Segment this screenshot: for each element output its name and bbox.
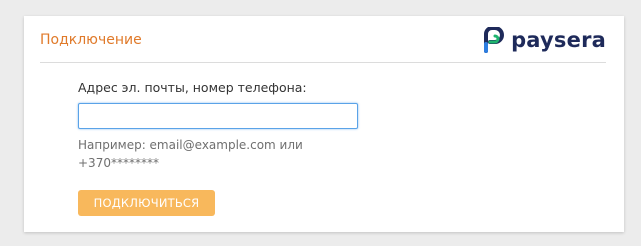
hint-line-1: Например: email@example.com или xyxy=(78,138,303,152)
card-header: Подключение paysera xyxy=(40,16,606,63)
brand-name: paysera xyxy=(511,27,606,52)
page-title: Подключение xyxy=(40,32,142,48)
brand-logo: paysera xyxy=(483,26,606,54)
email-phone-input[interactable] xyxy=(78,103,358,129)
input-hint: Например: email@example.com или +370****… xyxy=(78,136,338,172)
email-phone-label: Адрес эл. почты, номер телефона: xyxy=(78,80,307,95)
paysera-logo-icon xyxy=(484,27,505,53)
connect-button[interactable]: ПОДКЛЮЧИТЬСЯ xyxy=(78,190,215,216)
hint-line-2: +370******** xyxy=(78,156,159,170)
login-card: Подключение paysera Адрес эл. почты, ном… xyxy=(24,16,624,232)
